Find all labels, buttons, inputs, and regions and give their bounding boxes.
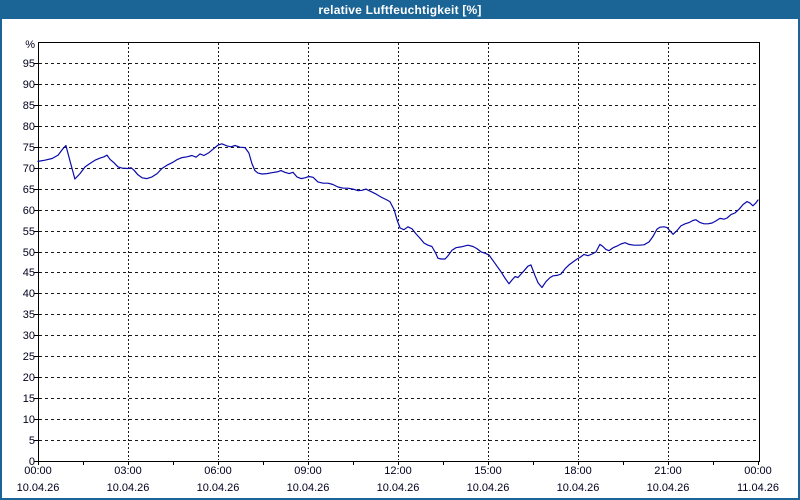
- x-tick-date-label: 10.04.26: [377, 482, 420, 494]
- x-tick-time-label: 15:00: [474, 465, 502, 477]
- y-tick-label: 35: [23, 309, 35, 321]
- y-tick-label: 85: [23, 100, 35, 112]
- x-tick-date-label: 10.04.26: [197, 482, 240, 494]
- trend-window: relative Luftfeuchtigkeit [%] 0 5 10 15 20 25…: [0, 0, 800, 500]
- y-tick-label: 70: [23, 163, 35, 175]
- y-tick-label: 10: [23, 414, 35, 426]
- x-tick-time-label: 00:00: [744, 465, 772, 477]
- y-tick-label: 15: [23, 393, 35, 405]
- x-tick-date-label: 10.04.26: [287, 482, 330, 494]
- x-tick-date-label: 10.04.26: [107, 482, 150, 494]
- y-tick-label: 75: [23, 142, 35, 154]
- x-tick-date-label: 10.04.26: [557, 482, 600, 494]
- y-tick-label: 25: [23, 351, 35, 363]
- y-tick-label: 95: [23, 58, 35, 70]
- x-tick-time-label: 09:00: [294, 465, 322, 477]
- y-tick-label: 80: [23, 121, 35, 133]
- x-tick-time-label: 03:00: [114, 465, 142, 477]
- y-tick-label: 50: [23, 247, 35, 259]
- humidity-line-chart: 05101520253035404550556065707580859095%0…: [17, 39, 779, 494]
- x-tick-time-label: 06:00: [204, 465, 232, 477]
- x-tick-date-label: 10.04.26: [647, 482, 690, 494]
- axes: [34, 42, 760, 465]
- y-tick-label: 40: [23, 288, 35, 300]
- y-tick-label: 90: [23, 79, 35, 91]
- y-tick-label: 60: [23, 205, 35, 217]
- y-axis-unit-label: %: [25, 39, 35, 51]
- y-tick-label: 5: [29, 435, 35, 447]
- y-tick-label: 65: [23, 184, 35, 196]
- x-tick-time-label: 21:00: [654, 465, 682, 477]
- y-tick-label: 20: [23, 372, 35, 384]
- x-tick-date-label: 10.04.26: [467, 482, 510, 494]
- y-tick-label: 30: [23, 330, 35, 342]
- x-tick-date-label: 10.04.26: [17, 482, 60, 494]
- window-border-left: [0, 19, 2, 500]
- x-tick-date-label: 11.04.26: [737, 482, 779, 494]
- y-tick-label: 45: [23, 267, 35, 279]
- y-tick-label: 55: [23, 226, 35, 238]
- x-tick-time-label: 18:00: [564, 465, 592, 477]
- x-tick-time-label: 00:00: [24, 465, 52, 477]
- x-tick-time-label: 12:00: [384, 465, 412, 477]
